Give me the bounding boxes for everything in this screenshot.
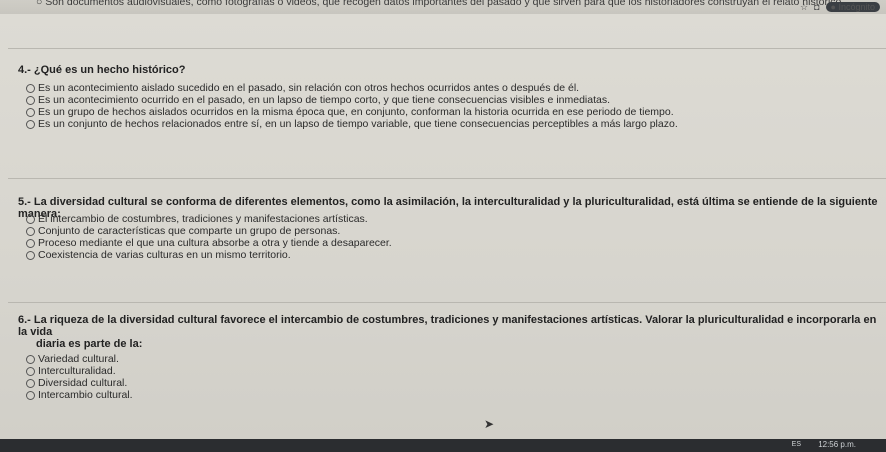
radio-option[interactable]: Variedad cultural. bbox=[26, 353, 133, 365]
radio-option[interactable]: Es un acontecimiento aislado sucedido en… bbox=[26, 82, 678, 94]
incognito-badge[interactable]: ● Incógnito bbox=[825, 2, 880, 12]
browser-controls: ☆ ◘ ● Incógnito bbox=[800, 1, 880, 13]
question-text: La riqueza de la diversidad cultural fav… bbox=[18, 314, 877, 338]
radio-option[interactable]: Es un acontecimiento ocurrido en el pasa… bbox=[26, 94, 678, 106]
question-4-options: Es un acontecimiento aislado sucedido en… bbox=[26, 82, 678, 130]
option-label: Es un acontecimiento ocurrido en el pasa… bbox=[38, 94, 611, 106]
option-label: El intercambio de costumbres, tradicione… bbox=[38, 213, 368, 225]
divider bbox=[8, 48, 886, 49]
question-5-options: El intercambio de costumbres, tradicione… bbox=[26, 213, 392, 261]
taskbar: ES 12:56 p.m. bbox=[0, 439, 886, 452]
radio-circle[interactable] bbox=[26, 119, 35, 129]
question-number: 4.- bbox=[18, 64, 31, 76]
option-label: Intercambio cultural. bbox=[38, 389, 133, 401]
radio-option[interactable]: Coexistencia de varias culturas en un mi… bbox=[26, 249, 392, 261]
radio-option[interactable]: El intercambio de costumbres, tradicione… bbox=[26, 213, 392, 225]
clock[interactable]: 12:56 p.m. bbox=[818, 440, 856, 449]
radio-option[interactable]: Interculturalidad. bbox=[26, 365, 133, 377]
radio-circle[interactable] bbox=[26, 95, 35, 105]
option-label: Es un grupo de hechos aislados ocurridos… bbox=[38, 106, 674, 118]
option-label: Interculturalidad. bbox=[38, 365, 116, 377]
previous-option-text[interactable]: ○ Son documentos audiovisuales, como fot… bbox=[36, 0, 841, 8]
radio-option[interactable]: Intercambio cultural. bbox=[26, 389, 133, 401]
browser-top-strip: ○ Son documentos audiovisuales, como fot… bbox=[0, 0, 886, 14]
question-number: 5.- bbox=[18, 196, 31, 208]
radio-option[interactable]: Proceso mediante el que una cultura abso… bbox=[26, 237, 392, 249]
option-label: Diversidad cultural. bbox=[38, 377, 128, 389]
radio-circle[interactable] bbox=[26, 83, 35, 93]
option-label: Es un conjunto de hechos relacionados en… bbox=[38, 118, 678, 130]
form-page: 4.- ¿Qué es un hecho histórico? Es un ac… bbox=[0, 14, 886, 439]
radio-circle[interactable] bbox=[26, 378, 35, 388]
divider bbox=[8, 178, 886, 179]
radio-circle[interactable] bbox=[26, 226, 35, 236]
option-label: Variedad cultural. bbox=[38, 353, 119, 365]
option-label: Proceso mediante el que una cultura abso… bbox=[38, 237, 392, 249]
option-label: Conjunto de características que comparte… bbox=[38, 225, 341, 237]
radio-circle[interactable] bbox=[26, 238, 35, 248]
mouse-cursor-icon: ➤ bbox=[484, 417, 495, 431]
question-text-continued: diaria es parte de la: bbox=[36, 338, 143, 350]
radio-option[interactable]: Es un grupo de hechos aislados ocurridos… bbox=[26, 106, 678, 118]
radio-option[interactable]: Conjunto de características que comparte… bbox=[26, 225, 392, 237]
language-indicator[interactable]: ES bbox=[792, 441, 801, 448]
question-text: ¿Qué es un hecho histórico? bbox=[33, 64, 186, 76]
radio-circle[interactable] bbox=[26, 366, 35, 376]
option-label: Coexistencia de varias culturas en un mi… bbox=[38, 249, 291, 261]
radio-circle[interactable] bbox=[26, 390, 35, 400]
radio-option[interactable]: Diversidad cultural. bbox=[26, 377, 133, 389]
question-6-title: 6.- La riqueza de la diversidad cultural… bbox=[18, 314, 878, 350]
star-icon[interactable]: ☆ bbox=[800, 1, 808, 13]
tab-square-icon[interactable]: ◘ bbox=[814, 1, 819, 13]
radio-circle[interactable] bbox=[26, 354, 35, 364]
divider bbox=[8, 302, 886, 303]
radio-option[interactable]: Es un conjunto de hechos relacionados en… bbox=[26, 118, 678, 130]
option-label: Es un acontecimiento aislado sucedido en… bbox=[38, 82, 580, 94]
radio-circle[interactable] bbox=[26, 214, 35, 224]
question-4-title: 4.- ¿Qué es un hecho histórico? bbox=[18, 64, 185, 76]
incognito-label: Incógnito bbox=[838, 2, 875, 12]
question-6-options: Variedad cultural. Interculturalidad. Di… bbox=[26, 353, 133, 401]
radio-circle[interactable] bbox=[26, 107, 35, 117]
radio-circle[interactable] bbox=[26, 250, 35, 260]
question-number: 6.- bbox=[18, 314, 31, 326]
